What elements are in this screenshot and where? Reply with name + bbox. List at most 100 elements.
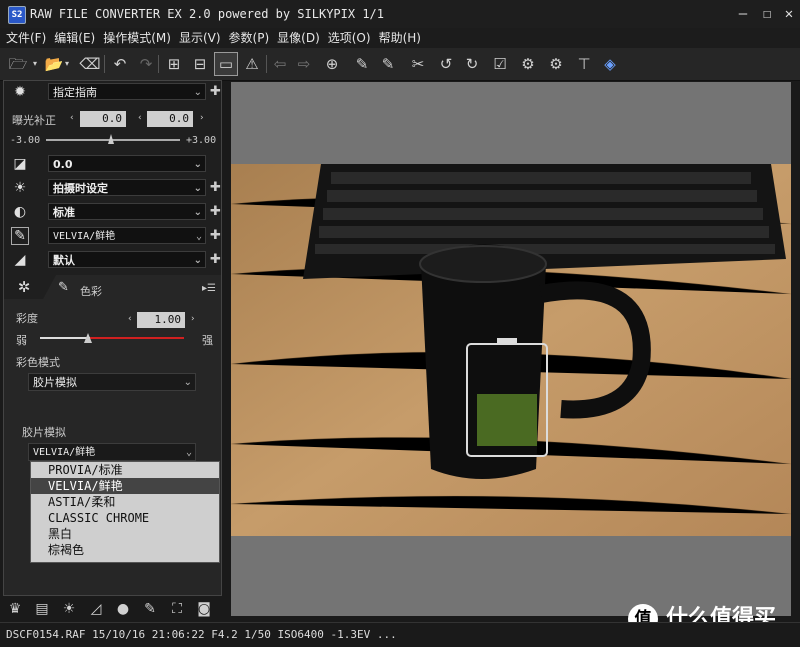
- lens-icon[interactable]: ◙: [195, 600, 213, 618]
- status-bar: DSCF0154.RAF 15/10/16 21:06:22 F4.2 1/50…: [0, 622, 800, 647]
- option-astia[interactable]: ASTIA/柔和: [31, 494, 219, 510]
- chevron-left-icon[interactable]: ‹: [70, 113, 74, 123]
- chevron-left-icon[interactable]: ‹: [128, 314, 132, 324]
- next-image-icon[interactable]: ⇨: [292, 52, 316, 76]
- film-sim-dropdown[interactable]: VELVIA/鲜艳 ⌄: [28, 443, 196, 461]
- histogram-icon[interactable]: ♛: [6, 600, 24, 618]
- gear-icon: ✹: [14, 84, 26, 100]
- toolbar-separator: [266, 55, 267, 73]
- menu-parameters[interactable]: 参数(P): [223, 28, 272, 48]
- menu-view[interactable]: 显示(V): [173, 28, 223, 48]
- sun-icon[interactable]: ☀: [60, 600, 78, 618]
- option-sepia[interactable]: 棕褐色: [31, 542, 219, 558]
- preset-dropdown[interactable]: 指定指南 ⌄: [48, 83, 206, 100]
- plus-icon[interactable]: ✚: [210, 228, 221, 244]
- saturation-high-label: 强: [202, 334, 213, 347]
- plus-icon[interactable]: ✚: [210, 180, 221, 196]
- panel-bottom-bar: ♛ ▤ ☀ ◿ ● ✎ ⛶ ◙: [0, 596, 222, 622]
- chevron-left-icon[interactable]: ‹: [138, 113, 142, 123]
- tone-curve-icon[interactable]: ◿: [87, 600, 105, 618]
- chevron-down-icon: ⌄: [193, 87, 202, 98]
- white-balance-dropdown[interactable]: 拍摄时设定 ⌄: [48, 179, 206, 196]
- checkbox-icon[interactable]: ☑: [488, 52, 512, 76]
- chevron-down-icon[interactable]: ▾: [62, 52, 72, 76]
- chevron-down-icon: ⌄: [193, 183, 202, 194]
- exposure-max-label: +3.00: [186, 135, 217, 146]
- app-icon: S2: [8, 6, 26, 24]
- plus-icon[interactable]: ✚: [210, 204, 221, 220]
- contrast-value: 标准: [53, 206, 75, 219]
- toolbar-separator: [158, 55, 159, 73]
- crop-grid-icon[interactable]: ⊕: [320, 52, 344, 76]
- menu-help[interactable]: 帮助(H): [373, 28, 423, 48]
- menu-develop[interactable]: 显像(D): [271, 28, 322, 48]
- tone-row: ◪ 0.0 ⌄: [4, 153, 223, 175]
- saturation-input[interactable]: 1.00: [137, 312, 185, 328]
- brush-icon[interactable]: ✎: [141, 600, 159, 618]
- warning-icon[interactable]: ⚠: [240, 52, 264, 76]
- option-classic-chrome[interactable]: CLASSIC CHROME: [31, 510, 219, 526]
- tab-menu-icon[interactable]: ▸☰: [202, 283, 216, 294]
- menu-edit[interactable]: 编辑(E): [48, 28, 97, 48]
- exposure-input[interactable]: 0.0: [80, 111, 126, 127]
- plus-icon[interactable]: ✚: [210, 84, 221, 100]
- comment-icon[interactable]: ▤: [33, 600, 51, 618]
- option-velvia[interactable]: VELVIA/鲜艳: [31, 478, 219, 494]
- minimize-button[interactable]: —: [732, 4, 754, 24]
- rotate-left-icon[interactable]: ↺: [434, 52, 458, 76]
- eraser-icon[interactable]: ⌫: [78, 52, 102, 76]
- batch-develop-icon[interactable]: ⚙: [516, 52, 540, 76]
- film-row: ✎ VELVIA/鲜艳 ⌄ ✚: [4, 225, 223, 247]
- control-panel: ✹ 指定指南 ⌄ ✚ 曝光补正 ‹ 0.0 ‹ 0.0 › -3.00 +3.00…: [3, 80, 222, 596]
- split-view-icon[interactable]: ⊟: [188, 52, 212, 76]
- grid-view-icon[interactable]: ⊞: [162, 52, 186, 76]
- sphere-icon[interactable]: ●: [114, 600, 132, 618]
- option-provia[interactable]: PROVIA/标准: [31, 462, 219, 478]
- chevron-right-icon[interactable]: ›: [191, 314, 195, 324]
- image-viewer[interactable]: [231, 82, 791, 616]
- app-logo-icon[interactable]: ◈: [598, 52, 622, 76]
- redo-icon[interactable]: ↷: [134, 52, 158, 76]
- single-view-icon[interactable]: ▭: [214, 52, 238, 76]
- close-button[interactable]: ✕: [778, 4, 800, 24]
- saturation-track-left[interactable]: [40, 337, 90, 339]
- tone-value: 0.0: [53, 158, 73, 171]
- transform-icon[interactable]: ⛶: [168, 600, 186, 618]
- exposure-input-2[interactable]: 0.0: [147, 111, 193, 127]
- chevron-down-icon: ⌄: [195, 231, 202, 242]
- status-text: DSCF0154.RAF 15/10/16 21:06:22 F4.2 1/50…: [6, 628, 397, 641]
- open-folder-icon[interactable]: 🗁: [6, 52, 30, 76]
- settings-icon[interactable]: ⚙: [544, 52, 568, 76]
- undo-icon[interactable]: ↶: [108, 52, 132, 76]
- plus-icon[interactable]: ✚: [210, 252, 221, 268]
- color-mode-dropdown[interactable]: 胶片模拟 ⌄: [28, 373, 196, 391]
- chevron-down-icon: ⌄: [183, 377, 192, 388]
- chevron-down-icon: ⌄: [193, 207, 202, 218]
- chevron-right-icon[interactable]: ›: [200, 113, 204, 123]
- tone-dropdown[interactable]: 0.0 ⌄: [48, 155, 206, 172]
- contrast-row: ◐ 标准 ⌄ ✚: [4, 201, 223, 223]
- rotate-right-icon[interactable]: ↻: [460, 52, 484, 76]
- contrast-dropdown[interactable]: 标准 ⌄: [48, 203, 206, 220]
- settings-tab-icon[interactable]: ✲: [8, 275, 40, 299]
- film-sim-options: PROVIA/标准 VELVIA/鲜艳 ASTIA/柔和 CLASSIC CHR…: [30, 461, 220, 563]
- menu-file[interactable]: 文件(F): [0, 28, 48, 48]
- chevron-down-icon[interactable]: ▾: [30, 52, 40, 76]
- saturation-track-right[interactable]: [90, 337, 184, 339]
- saturation-label: 彩度: [16, 312, 38, 325]
- menu-operation-mode[interactable]: 操作模式(M): [97, 28, 173, 48]
- rotate-tool-icon[interactable]: ✂: [406, 52, 430, 76]
- title-bar: S2 RAW FILE CONVERTER EX 2.0 powered by …: [0, 0, 800, 28]
- film-value: VELVIA/鲜艳: [53, 231, 116, 242]
- maximize-button[interactable]: ☐: [756, 4, 778, 24]
- dropper-plus-icon[interactable]: ✎: [350, 52, 374, 76]
- develop-icon[interactable]: ⊤: [572, 52, 596, 76]
- preset-row: ✹ 指定指南 ⌄ ✚: [4, 81, 223, 103]
- sharpness-dropdown[interactable]: 默认 ⌄: [48, 251, 206, 268]
- toolbar: 🗁 ▾ 📂 ▾ ⌫ ↶ ↷ ⊞ ⊟ ▭ ⚠ ⇦ ⇨ ⊕ ✎ ✎ ✂ ↺ ↻ ☑ …: [0, 48, 800, 81]
- dropper-minus-icon[interactable]: ✎: [376, 52, 400, 76]
- prev-image-icon[interactable]: ⇦: [268, 52, 292, 76]
- film-dropdown[interactable]: VELVIA/鲜艳 ⌄: [48, 227, 206, 244]
- menu-options[interactable]: 选项(O): [322, 28, 373, 48]
- option-monochrome[interactable]: 黑白: [31, 526, 219, 542]
